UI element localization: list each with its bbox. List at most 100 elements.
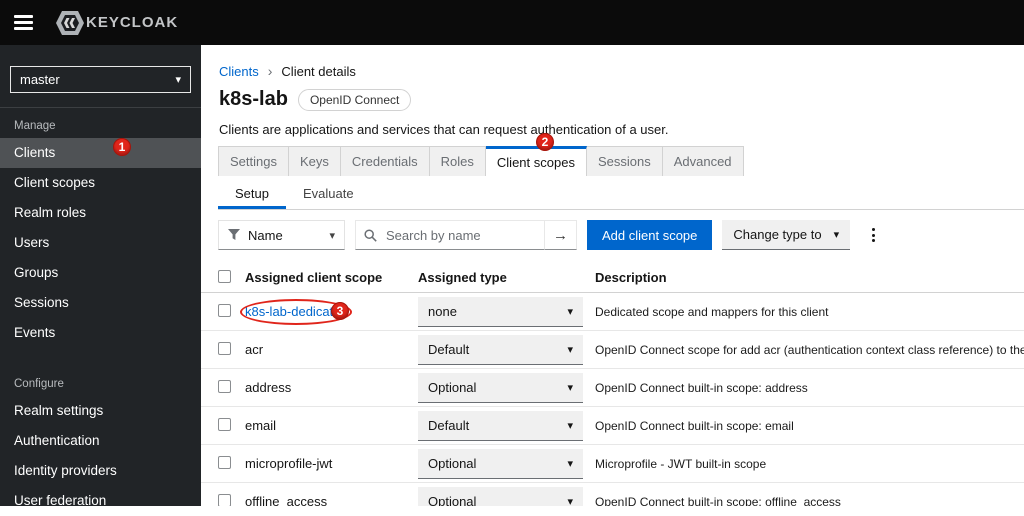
sidebar-item-groups[interactable]: Groups	[0, 258, 201, 288]
row-checkbox[interactable]	[218, 417, 231, 431]
scope-name: offline_access	[245, 494, 328, 506]
sidebar-item-user-federation[interactable]: User federation	[0, 486, 201, 516]
subtab-bar: Setup Evaluate	[218, 178, 1024, 210]
sidebar-item-clients[interactable]: Clients	[0, 138, 201, 168]
realm-select[interactable]: master ▾	[10, 66, 191, 93]
assigned-type-value: Optional	[428, 493, 477, 507]
chevron-down-icon: ▾	[567, 419, 573, 432]
breadcrumb-separator-icon: ›	[267, 63, 273, 79]
breadcrumb-current: Client details	[281, 63, 356, 79]
filter-icon	[228, 229, 240, 241]
search-submit-button[interactable]: →	[545, 220, 577, 250]
scope-description: Dedicated scope and mappers for this cli…	[595, 304, 829, 319]
assigned-type-select[interactable]: Optional ▾	[418, 448, 583, 479]
tab-keys[interactable]: Keys	[288, 146, 341, 176]
table-header-row: Assigned client scope Assigned type Desc…	[201, 263, 1024, 293]
search-input[interactable]	[384, 226, 536, 244]
tab-bar: Settings Keys Credentials Roles Client scope…	[218, 146, 744, 176]
assigned-type-select[interactable]: Optional ▾	[418, 486, 583, 507]
sidebar-item-users[interactable]: Users	[0, 228, 201, 258]
scope-name: email	[245, 418, 277, 433]
scope-description: OpenID Connect scope for add acr (authen…	[595, 342, 1024, 357]
sidebar-item-client-scopes[interactable]: Client scopes	[0, 168, 201, 198]
chevron-down-icon: ▾	[567, 343, 573, 356]
title-row: k8s-lab OpenID Connect	[219, 88, 412, 111]
subtab-evaluate[interactable]: Evaluate	[286, 178, 371, 209]
assigned-type-select[interactable]: Optional ▾	[418, 372, 583, 403]
sidebar-item-authentication[interactable]: Authentication	[0, 426, 201, 456]
brand-text: KEYCLOAK	[86, 14, 179, 31]
add-client-scope-button[interactable]: Add client scope	[587, 220, 713, 250]
tab-settings[interactable]: Settings	[218, 146, 289, 176]
sidebar-item-realm-roles[interactable]: Realm roles	[0, 198, 201, 228]
search-group: →	[355, 220, 577, 250]
column-header-type: Assigned type	[418, 270, 507, 285]
app-header: KEYCLOAK	[0, 0, 1024, 45]
client-scopes-table: Assigned client scope Assigned type Desc…	[201, 263, 1024, 506]
protocol-badge: OpenID Connect	[297, 88, 412, 111]
menu-toggle-icon[interactable]	[14, 15, 33, 30]
tab-sessions[interactable]: Sessions	[586, 146, 663, 176]
chevron-down-icon: ▾	[329, 229, 335, 242]
tab-roles[interactable]: Roles	[429, 146, 486, 176]
annotation-circle-1: 1	[113, 138, 131, 156]
row-checkbox[interactable]	[218, 493, 231, 506]
tab-advanced[interactable]: Advanced	[662, 146, 744, 176]
scope-description: OpenID Connect built-in scope: email	[595, 418, 794, 433]
sidebar-item-identity-providers[interactable]: Identity providers	[0, 456, 201, 486]
scope-name: address	[245, 380, 292, 395]
breadcrumb-clients-link[interactable]: Clients	[219, 64, 259, 79]
toolbar: Name ▾ → Add client scope Change type to…	[218, 220, 1014, 250]
scope-name: acr	[245, 342, 264, 357]
tab-credentials[interactable]: Credentials	[340, 146, 430, 176]
sidebar-item-realm-settings[interactable]: Realm settings	[0, 396, 201, 426]
chevron-down-icon: ▾	[175, 74, 181, 86]
table-row: address Optional ▾ OpenID Connect built-in …	[201, 369, 1024, 407]
table-body: k8s-lab-dedicated none ▾ Dedicated scope an…	[201, 293, 1024, 506]
assigned-type-value: Optional	[428, 455, 477, 471]
realm-select-value: master	[20, 72, 60, 87]
search-icon	[364, 228, 377, 242]
chevron-down-icon: ▾	[833, 229, 840, 241]
assigned-type-select[interactable]: Default ▾	[418, 410, 583, 441]
chevron-down-icon: ▾	[567, 381, 573, 394]
filter-type-select[interactable]: Name ▾	[218, 220, 345, 250]
page-title: k8s-lab	[219, 88, 288, 110]
scope-description: OpenID Connect built-in scope: address	[595, 380, 808, 395]
main-content: Clients › Client details k8s-lab OpenID …	[201, 45, 1024, 506]
keycloak-logo-icon	[55, 9, 85, 37]
sidebar: master ▾ Manage Clients Client scopes Realm…	[0, 45, 201, 508]
chevron-down-icon: ▾	[567, 457, 573, 470]
row-checkbox[interactable]	[218, 455, 231, 469]
change-type-label: Change type to	[733, 227, 822, 242]
assigned-type-select[interactable]: Default ▾	[418, 334, 583, 365]
column-header-scope: Assigned client scope	[245, 270, 383, 285]
chevron-down-icon: ▾	[567, 305, 573, 318]
scope-description: OpenID Connect built-in scope: offline_a…	[595, 494, 841, 507]
nav-section-label: Manage	[14, 120, 56, 132]
annotation-circle-2: 2	[536, 133, 554, 151]
tab-client-scopes[interactable]: Client scopes	[485, 146, 587, 176]
page-description: Clients are applications and services th…	[219, 122, 669, 137]
sidebar-item-events[interactable]: Events	[0, 318, 201, 348]
keycloak-logo: KEYCLOAK	[55, 9, 178, 37]
assigned-type-value: none	[428, 303, 457, 319]
assigned-type-value: Default	[428, 417, 470, 433]
assigned-type-value: Optional	[428, 379, 477, 395]
search-box	[355, 220, 545, 250]
change-type-select[interactable]: Change type to ▾	[722, 220, 851, 250]
column-header-description: Description	[595, 270, 667, 285]
subtab-setup[interactable]: Setup	[218, 178, 286, 209]
assigned-type-select[interactable]: none ▾	[418, 296, 583, 327]
row-checkbox[interactable]	[218, 303, 231, 317]
filter-type-label: Name	[248, 227, 283, 243]
sidebar-item-sessions[interactable]: Sessions	[0, 288, 201, 318]
sidebar-nav: Manage Clients Client scopes Realm roles Use…	[0, 108, 201, 516]
kebab-menu-icon[interactable]	[864, 224, 883, 246]
table-row: microprofile-jwt Optional ▾ Microprofile - …	[201, 445, 1024, 483]
breadcrumb: Clients › Client details	[219, 63, 356, 79]
row-checkbox[interactable]	[218, 379, 231, 393]
table-row: acr Default ▾ OpenID Connect scope for add …	[201, 331, 1024, 369]
select-all-checkbox[interactable]	[218, 269, 231, 283]
row-checkbox[interactable]	[218, 341, 231, 355]
